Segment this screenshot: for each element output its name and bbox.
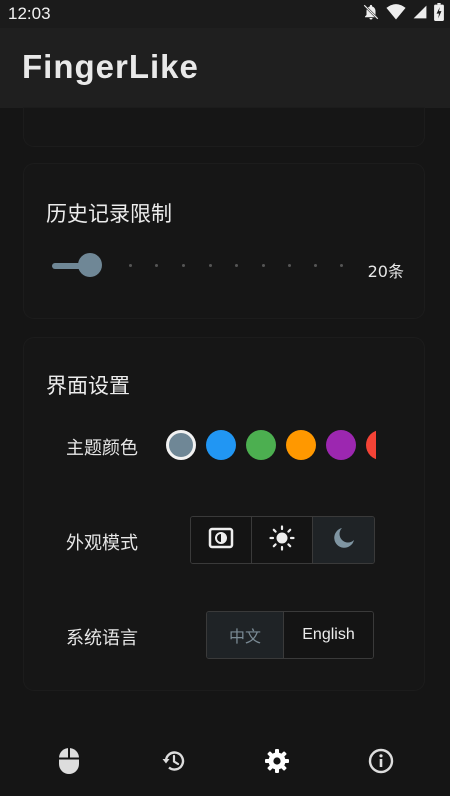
theme-color-swatch[interactable]	[246, 430, 276, 460]
settings-icon	[264, 748, 290, 778]
status-icons	[362, 3, 444, 25]
slider-tick	[262, 264, 265, 267]
moon-icon	[332, 526, 356, 554]
app-title: FingerLike	[22, 48, 199, 85]
history-limit-title: 历史记录限制	[46, 202, 172, 226]
notifications-off-icon	[362, 3, 380, 25]
wifi-icon	[386, 3, 406, 25]
previous-card-bottom	[24, 108, 424, 146]
history-limit-slider[interactable]	[52, 253, 343, 277]
history-icon	[161, 748, 187, 778]
slider-tick	[340, 264, 343, 267]
nav-item-history[interactable]	[161, 750, 187, 776]
slider-tick	[288, 264, 291, 267]
slider-tick	[314, 264, 317, 267]
language-chinese-button[interactable]: 中文	[207, 612, 284, 658]
cellular-signal-icon	[412, 3, 428, 25]
slider-tick	[182, 264, 185, 267]
theme-color-swatch[interactable]	[326, 430, 356, 460]
appearance-mode-selector	[190, 516, 375, 564]
appearance-light-button[interactable]	[252, 517, 313, 563]
ui-settings-card: 界面设置 主题颜色 外观模式 系统语言 中文 English	[24, 338, 424, 690]
slider-tick	[155, 264, 158, 267]
theme-color-swatch[interactable]	[366, 430, 376, 460]
ui-settings-title: 界面设置	[46, 374, 130, 398]
battery-icon	[434, 3, 444, 25]
system-language-label: 系统语言	[66, 628, 138, 649]
status-bar: 12:03	[0, 0, 450, 28]
history-limit-value: 20条	[367, 262, 404, 281]
info-icon	[368, 748, 394, 778]
appearance-mode-label: 外观模式	[66, 533, 138, 554]
theme-color-label: 主题颜色	[66, 438, 138, 459]
system-language-selector: 中文 English	[206, 611, 374, 659]
slider-tick	[209, 264, 212, 267]
theme-color-swatch[interactable]	[206, 430, 236, 460]
slider-thumb[interactable]	[78, 253, 102, 277]
appearance-dark-button[interactable]	[313, 517, 374, 563]
status-time: 12:03	[8, 4, 51, 23]
history-limit-card: 历史记录限制 20条	[24, 164, 424, 318]
auto-brightness-icon	[208, 527, 234, 553]
slider-tick	[235, 264, 238, 267]
sun-icon	[269, 525, 295, 555]
theme-color-swatch[interactable]	[166, 430, 196, 460]
nav-item-settings[interactable]	[264, 748, 290, 778]
settings-content[interactable]: 历史记录限制 20条 界面设置 主题颜色 外观模式 系统语言 中文 Englis…	[0, 108, 450, 728]
app-header: FingerLike	[0, 28, 450, 108]
mouse-icon	[58, 747, 80, 779]
nav-item-mouse[interactable]	[56, 747, 82, 779]
theme-color-swatch[interactable]	[286, 430, 316, 460]
appearance-auto-button[interactable]	[191, 517, 252, 563]
bottom-nav	[0, 728, 450, 796]
language-english-button[interactable]: English	[284, 612, 373, 658]
nav-item-info[interactable]	[368, 748, 394, 778]
theme-color-swatches	[166, 428, 376, 462]
slider-tick	[129, 264, 132, 267]
